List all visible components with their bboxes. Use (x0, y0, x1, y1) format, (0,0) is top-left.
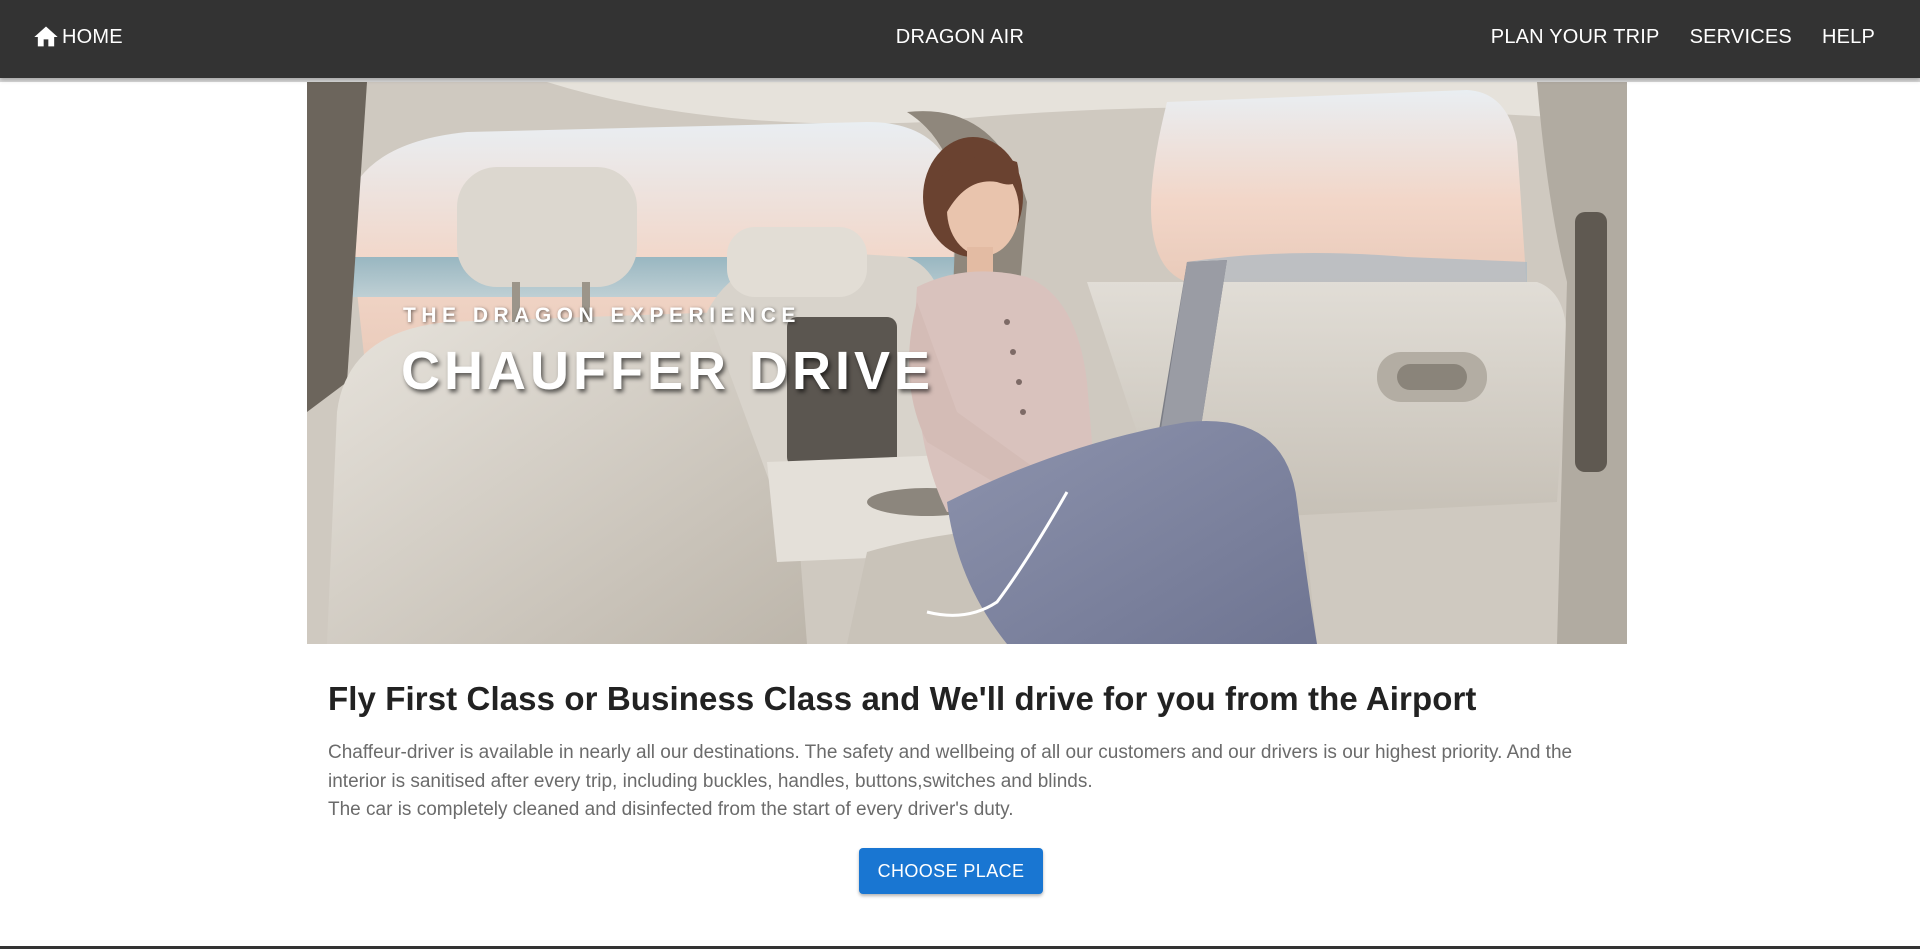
body-paragraph-1: Chaffeur-driver is available in nearly a… (328, 742, 1573, 792)
hero-title: CHAUFFER DRIVE (401, 341, 935, 401)
hero-banner: THE DRAGON EXPERIENCE CHAUFFER DRIVE (307, 82, 1627, 644)
main-nav: PLAN YOUR TRIP SERVICES HELP (1491, 26, 1875, 49)
nav-plan-your-trip[interactable]: PLAN YOUR TRIP (1491, 26, 1660, 49)
brand-title[interactable]: DRAGON AIR (810, 26, 1110, 49)
nav-services[interactable]: SERVICES (1690, 26, 1792, 49)
section-body: Chaffeur-driver is available in nearly a… (328, 739, 1588, 825)
home-link[interactable]: HOME (32, 23, 123, 51)
section-headline: Fly First Class or Business Class and We… (328, 680, 1477, 717)
nav-help[interactable]: HELP (1822, 26, 1875, 49)
hero-kicker: THE DRAGON EXPERIENCE (403, 304, 801, 327)
home-icon (34, 26, 58, 47)
choose-place-button[interactable]: CHOOSE PLACE (859, 848, 1043, 894)
top-app-bar: HOME DRAGON AIR PLAN YOUR TRIP SERVICES … (0, 0, 1920, 78)
home-label: HOME (62, 25, 123, 48)
body-paragraph-2: The car is completely cleaned and disinf… (328, 799, 1014, 820)
